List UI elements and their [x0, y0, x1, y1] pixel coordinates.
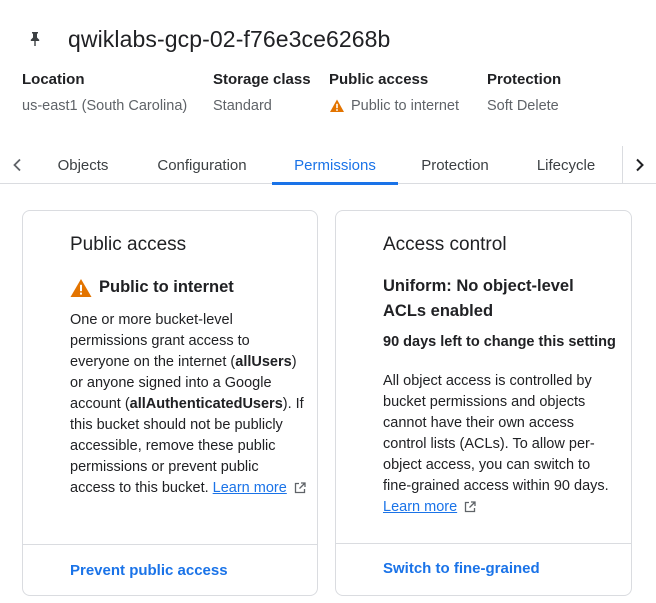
access-control-description: All object access is controlled by bucke…	[383, 371, 619, 518]
bucket-header: qwiklabs-gcp-02-f76e3ce6268b	[28, 24, 390, 54]
access-control-subheading: Uniform: No object-level ACLs enabled	[383, 277, 574, 320]
protection-value: Soft Delete	[487, 98, 559, 114]
public-access-label: Public access	[329, 71, 429, 88]
tab-permissions[interactable]: Permissions	[272, 146, 398, 185]
protection-info: Protection Soft Delete	[487, 70, 561, 116]
public-access-value: Public to internet	[351, 98, 460, 114]
storage-class-value: Standard	[213, 98, 272, 114]
public-access-card: Public access Public to internet One or …	[22, 210, 318, 596]
prevent-public-access-button[interactable]: Prevent public access	[70, 562, 228, 579]
external-link-icon	[464, 501, 476, 513]
storage-class-label: Storage class	[213, 71, 311, 88]
all-authenticated-users-text: allAuthenticatedUsers	[129, 396, 283, 412]
tab-lifecycle[interactable]: Lifecycle	[520, 146, 612, 184]
tabs-bar: Objects Configuration Permissions Protec…	[0, 146, 656, 185]
all-users-text: allUsers	[235, 354, 292, 370]
tab-protection[interactable]: Protection	[404, 146, 506, 184]
card-divider	[336, 543, 631, 544]
access-control-card: Access control Uniform: No object-level …	[335, 210, 632, 596]
learn-more-link[interactable]: Learn more	[213, 480, 287, 496]
days-left-text: 90 days left to change this setting	[383, 334, 616, 350]
warning-icon	[70, 278, 92, 297]
learn-more-link[interactable]: Learn more	[383, 499, 457, 515]
location-label: Location	[22, 71, 85, 88]
location-value: us-east1 (South Carolina)	[22, 98, 188, 114]
bucket-title: qwiklabs-gcp-02-f76e3ce6268b	[68, 25, 391, 52]
location-info: Location us-east1 (South Carolina)	[22, 70, 187, 116]
public-access-heading: Public access	[70, 234, 187, 255]
public-access-status: Public to internet	[99, 278, 234, 296]
public-access-info: Public access Public to internet	[329, 70, 459, 116]
tab-objects[interactable]: Objects	[40, 146, 126, 184]
access-control-heading: Access control	[383, 234, 507, 255]
tabs-scroll-left-button[interactable]	[0, 146, 34, 183]
public-access-status-row: Public to internet	[70, 275, 234, 300]
protection-label: Protection	[487, 71, 562, 88]
public-access-description: One or more bucket-level permissions gra…	[70, 310, 306, 499]
tab-configuration[interactable]: Configuration	[136, 146, 268, 184]
public-access-text-1: One or more bucket-level permissions gra…	[70, 312, 250, 370]
tabs-scroll-right-button[interactable]	[622, 146, 656, 183]
storage-class-info: Storage class Standard	[213, 70, 311, 116]
access-control-text: All object access is controlled by bucke…	[383, 373, 609, 494]
chevron-left-icon	[13, 158, 21, 171]
switch-to-fine-grained-button[interactable]: Switch to fine-grained	[383, 560, 540, 577]
warning-icon	[329, 98, 345, 114]
external-link-icon	[294, 482, 306, 494]
chevron-right-icon	[635, 158, 644, 171]
card-divider	[23, 544, 317, 545]
public-access-status: Public to internet	[329, 96, 459, 116]
pin-icon[interactable]	[28, 31, 56, 47]
